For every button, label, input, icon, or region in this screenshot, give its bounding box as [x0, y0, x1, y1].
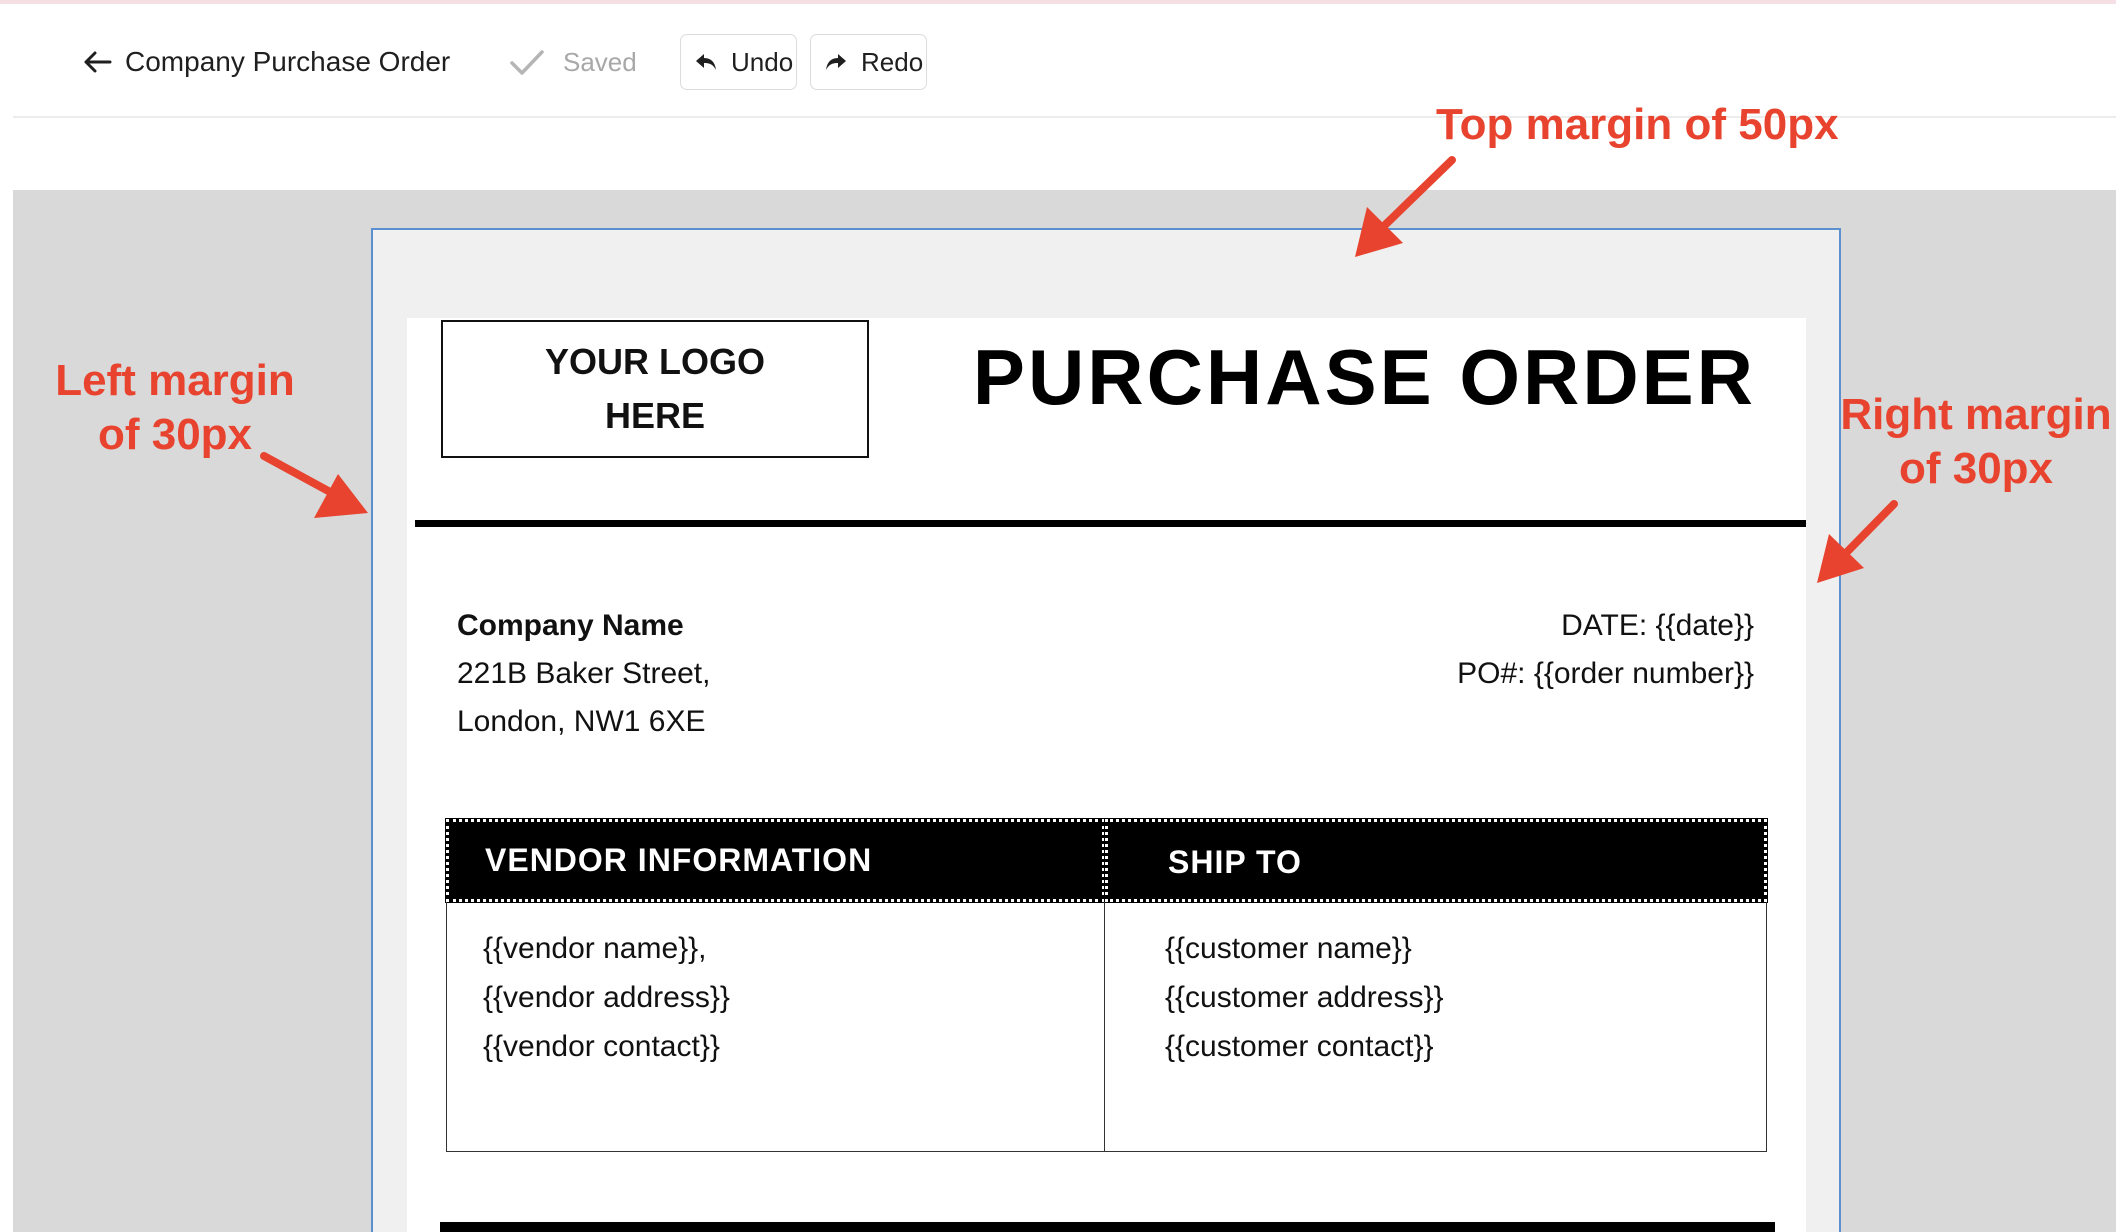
logo-text: YOUR LOGO HERE — [544, 341, 765, 436]
left-margin-annotation: Left margin of 30px — [55, 356, 295, 459]
vendor-address: {{vendor address}} — [483, 981, 730, 1014]
section-divider — [440, 1222, 1775, 1232]
company-address-line1: 221B Baker Street, — [457, 657, 711, 690]
redo-button[interactable]: Redo — [810, 34, 927, 90]
po-number-line: PO#: {{order number}} — [1457, 657, 1754, 690]
editor-canvas[interactable]: YOUR LOGO HERE PURCHASE ORDER Company Na… — [13, 190, 2116, 1232]
undo-arrow-icon — [695, 52, 717, 72]
order-meta[interactable]: DATE: {{date}} PO#: {{order number}} — [1457, 602, 1754, 698]
redo-label: Redo — [861, 46, 924, 77]
date-line: DATE: {{date}} — [1561, 609, 1754, 642]
vendor-shipto-table[interactable]: VENDOR INFORMATION SHIP TO {{vendor name… — [445, 818, 1768, 1152]
header-divider — [415, 520, 1806, 527]
arrow-left-icon — [82, 50, 112, 79]
purchase-order-title[interactable]: PURCHASE ORDER — [973, 332, 1756, 423]
check-icon — [509, 48, 545, 76]
right-margin-annotation: Right margin of 30px — [1840, 390, 2112, 493]
app-window: Company Purchase Order Saved Undo Redo Y… — [0, 0, 2116, 1232]
ship-to-cell[interactable]: {{customer name}} {{customer address}} {… — [1104, 902, 1767, 1152]
undo-label: Undo — [731, 46, 794, 77]
vendor-contact: {{vendor contact}} — [483, 1030, 720, 1063]
company-name: Company Name — [457, 609, 684, 642]
company-info[interactable]: Company Name 221B Baker Street, London, … — [457, 602, 710, 746]
logo-placeholder[interactable]: YOUR LOGO HERE — [441, 320, 869, 458]
vendor-info-cell[interactable]: {{vendor name}}, {{vendor address}} {{ve… — [446, 902, 1105, 1152]
vendor-info-heading[interactable]: VENDOR INFORMATION — [445, 818, 1106, 903]
company-address-line2: London, NW1 6XE — [457, 705, 706, 738]
customer-contact: {{customer contact}} — [1165, 1030, 1434, 1063]
document-page[interactable]: YOUR LOGO HERE PURCHASE ORDER Company Na… — [407, 318, 1806, 1232]
undo-button[interactable]: Undo — [680, 34, 797, 90]
top-margin-annotation: Top margin of 50px — [1436, 100, 1839, 149]
saved-label: Saved — [563, 46, 637, 77]
redo-arrow-icon — [825, 52, 847, 72]
back-button[interactable] — [67, 40, 127, 88]
customer-address: {{customer address}} — [1165, 981, 1444, 1014]
customer-name: {{customer name}} — [1165, 932, 1412, 965]
ship-to-heading[interactable]: SHIP TO — [1104, 818, 1768, 903]
saved-status: Saved — [509, 44, 637, 80]
document-title: Company Purchase Order — [125, 46, 451, 77]
vendor-name: {{vendor name}}, — [483, 932, 707, 965]
selected-page-frame[interactable]: YOUR LOGO HERE PURCHASE ORDER Company Na… — [371, 228, 1841, 1232]
